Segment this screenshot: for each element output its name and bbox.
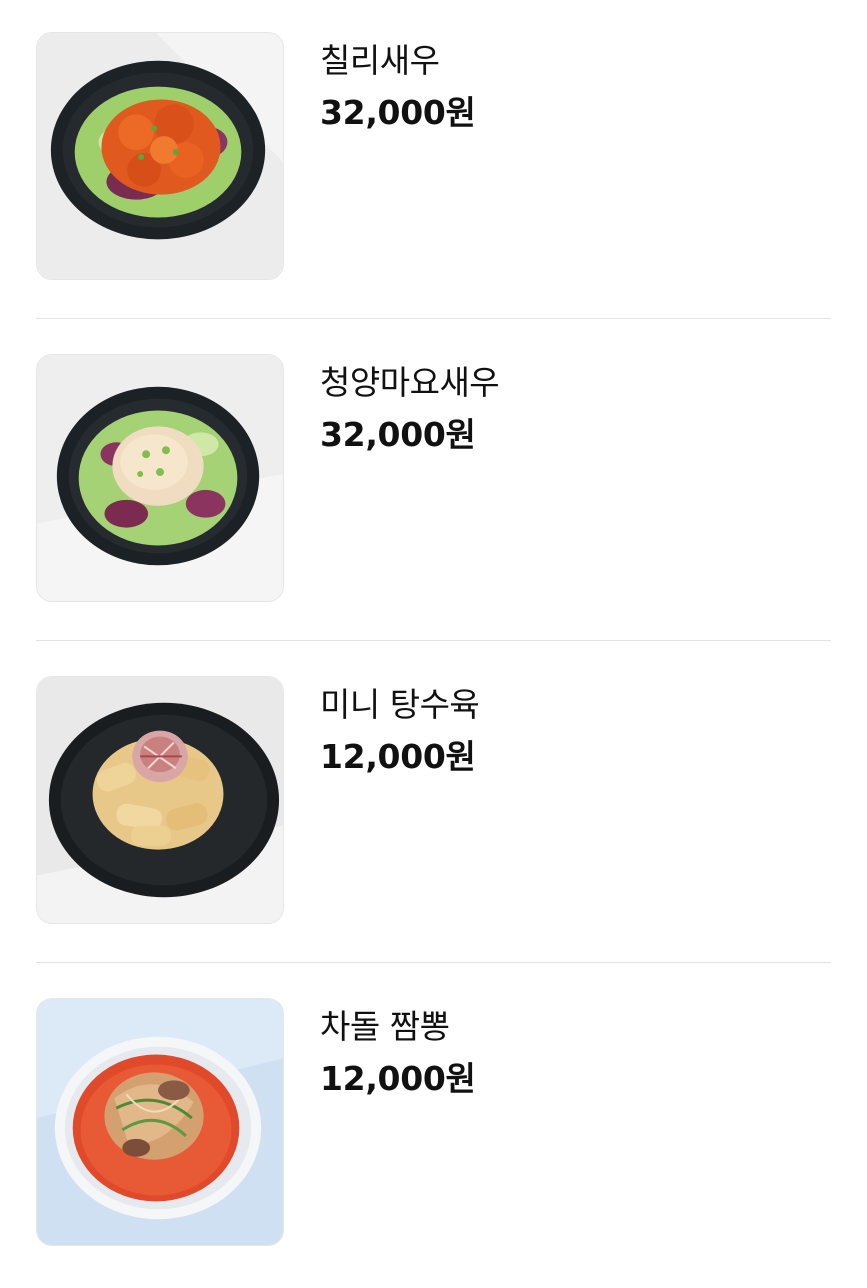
menu-item-price: 32,000원: [320, 415, 476, 454]
divider: [36, 640, 831, 641]
menu-item-chili-shrimp[interactable]: 칠리새우 32,000원: [36, 0, 831, 322]
cheongyang-mayo-shrimp-photo: [36, 354, 284, 602]
menu-item-name: 청양마요새우: [320, 363, 500, 402]
menu-item-price: 32,000원: [320, 93, 476, 132]
menu-item-name: 미니 탕수육: [320, 685, 480, 724]
chili-shrimp-photo: [36, 32, 284, 280]
menu-item-cheongyang-mayo-shrimp[interactable]: 청양마요새우 32,000원: [36, 322, 831, 644]
menu-item-name: 칠리새우: [320, 41, 440, 80]
menu-item-name: 차돌 짬뽕: [320, 1007, 450, 1046]
menu-item-mini-tangsuyuk[interactable]: 미니 탕수육 12,000원: [36, 644, 831, 966]
menu-item-chadol-jjamppong[interactable]: 차돌 짬뽕 12,000원: [36, 966, 831, 1288]
mini-tangsuyuk-photo: [36, 676, 284, 924]
divider: [36, 318, 831, 319]
divider: [36, 962, 831, 963]
menu-item-price: 12,000원: [320, 737, 476, 776]
chadol-jjamppong-photo: [36, 998, 284, 1246]
menu-list: 칠리새우 32,000원 청양마요새우 32,000원 미니 탕수육 12,00…: [0, 0, 867, 1279]
menu-item-price: 12,000원: [320, 1059, 476, 1098]
